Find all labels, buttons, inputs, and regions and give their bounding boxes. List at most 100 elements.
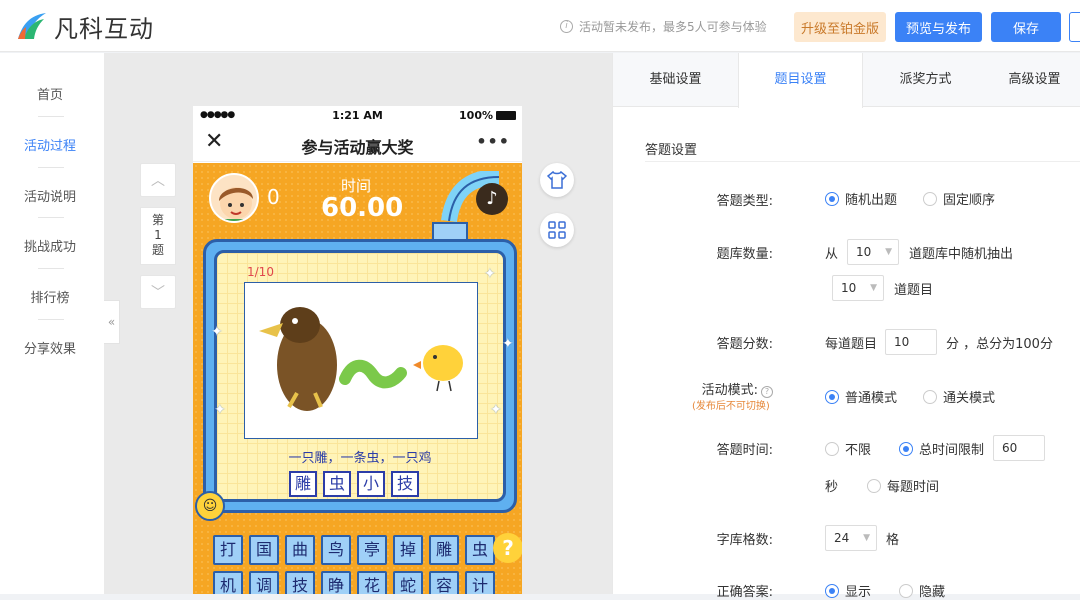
radio-label: 每题时间 [887,480,940,495]
answer-cell[interactable]: 虫 [323,471,351,497]
battery-text: 100% [459,109,493,122]
radio-dot [825,389,839,404]
more-dots-icon[interactable]: ••• [476,132,510,151]
word-key[interactable]: 掉 [393,535,423,565]
radio-hide-answer[interactable]: 隐藏 [899,581,945,600]
next-question-button[interactable]: ﹀ [140,275,176,309]
grid-unit-text: 格 [886,533,900,548]
radio-label: 不限 [845,443,872,458]
word-key[interactable]: 容 [429,571,459,594]
radio-show-answer[interactable]: 显示 [825,581,871,600]
nav-divider [38,268,64,269]
radio-random[interactable]: 随机出题 [825,189,897,208]
radio-fixed-order[interactable]: 固定顺序 [923,189,995,208]
nav-item-process[interactable]: 活动过程 [0,135,100,154]
sparkle-icon: ✦ [214,402,226,418]
score-per-question-input[interactable]: 10 [885,329,937,355]
more-button[interactable] [1069,12,1080,42]
nav-item-home[interactable]: 首页 [0,84,100,103]
word-key[interactable]: 计 [465,571,495,594]
phone-preview: ●●●●● 1:21 AM 100% ✕ 参与活动赢大奖 ••• 0 时间 60… [193,106,522,594]
nav-divider [38,217,64,218]
radio-time-per-question[interactable]: 每题时间 [867,476,939,495]
time-total-input[interactable]: 60 [993,435,1045,461]
bank-suffix-text: 道题目 [894,283,934,298]
select-value: 24 [834,531,850,545]
phone-navbar: ✕ 参与活动赢大奖 ••• [193,126,522,162]
word-key[interactable]: 花 [357,571,387,594]
word-keyboard: 打 国 曲 鸟 亭 掉 雕 虫 机 调 技 睁 花 蛇 容 计 [213,535,495,594]
radio-normal-mode[interactable]: 普通模式 [825,387,897,406]
tab-prize[interactable]: 派奖方式 [863,53,988,107]
select-value: 10 [856,245,872,259]
nav-item-description[interactable]: 活动说明 [0,186,100,205]
word-key[interactable]: 蛇 [393,571,423,594]
time-value: 60.00 [321,193,404,223]
time-label: 答题时间: [716,443,773,458]
bank-draw-select[interactable]: 10 ▼ [832,275,884,301]
nav-item-success[interactable]: 挑战成功 [0,236,100,255]
answer-cell[interactable]: 技 [391,471,419,497]
chevron-down-icon: ▼ [863,533,870,543]
word-key[interactable]: 国 [249,535,279,565]
word-key[interactable]: 调 [249,571,279,594]
tab-basic[interactable]: 基础设置 [613,53,738,107]
save-button[interactable]: 保存 [991,12,1061,42]
word-key[interactable]: 打 [213,535,243,565]
tab-questions[interactable]: 题目设置 [738,53,863,108]
prev-question-button[interactable]: ︿ [140,163,176,197]
question-hint: 一只雕，一条虫，一只鸡 [288,451,432,466]
word-key[interactable]: 技 [285,571,315,594]
mode-sublabel: (发布后不可切换) [692,401,770,412]
tab-advanced[interactable]: 高级设置 [988,53,1080,107]
question-number-label: 第 1 题 [140,207,176,265]
answer-cell[interactable]: 雕 [289,471,317,497]
word-key[interactable]: 雕 [429,535,459,565]
radio-dot [825,583,839,598]
theme-shirt-icon[interactable] [540,163,574,197]
bank-label: 题库数量: [716,247,773,262]
nav-divider [38,319,64,320]
sparkle-icon: ✦ [484,266,496,282]
nav-item-share[interactable]: 分享效果 [0,338,100,357]
word-key[interactable]: 睁 [321,571,351,594]
bank-total-select[interactable]: 10 ▼ [847,239,899,265]
grid-count-select[interactable]: 24 ▼ [825,525,877,551]
word-key[interactable]: 鸟 [321,535,351,565]
nav-item-leaderboard[interactable]: 排行榜 [0,287,100,306]
radio-time-total[interactable]: 总时间限制 [899,439,984,458]
bank-mid-text: 道题库中随机抽出 [909,247,1014,262]
radio-time-unlimited[interactable]: 不限 [825,439,871,458]
logo-text: 凡科互动 [54,14,154,43]
collapse-nav-button[interactable]: « [104,300,120,344]
radio-label: 固定顺序 [943,193,996,208]
hint-bulb-icon[interactable]: ☺ [195,491,225,521]
radio-label: 通关模式 [943,391,996,406]
phone-title: 参与活动赢大奖 [301,138,414,157]
left-nav: 首页 活动过程 活动说明 挑战成功 排行榜 分享效果 [0,53,104,594]
type-label: 答题类型: [716,194,773,209]
preview-publish-button[interactable]: 预览与发布 [895,12,982,42]
question-board-inner: 1/10 一只雕，一条虫，一只鸡 雕 虫 小 技 [214,250,506,502]
battery-icon [496,111,516,120]
sparkle-icon: ✦ [490,402,502,418]
radio-dot [825,191,839,206]
word-key[interactable]: 虫 [465,535,495,565]
chevron-down-icon: ▼ [870,283,877,293]
layout-grid-icon[interactable] [540,213,574,247]
help-icon[interactable]: ? [493,533,522,563]
word-key[interactable]: 机 [213,571,243,594]
radio-level-mode[interactable]: 通关模式 [923,387,995,406]
word-key[interactable]: 曲 [285,535,315,565]
answer-cell[interactable]: 小 [357,471,385,497]
radio-dot [899,583,913,598]
question-picture [244,282,478,439]
music-toggle-icon[interactable]: ♪ [476,183,508,215]
question-progress: 1/10 [247,265,274,279]
mode-label: 活动模式:? [653,379,773,398]
word-key[interactable]: 亭 [357,535,387,565]
upgrade-button[interactable]: 升级至铂金版 [794,12,886,42]
question-board: 1/10 一只雕，一条虫，一只鸡 雕 虫 小 技 ✦ ✦ ✦ ✦ ✦ [203,239,517,513]
notice-text: 活动暂未发布，最多5人可参与体验 [579,20,767,34]
logo[interactable]: 凡科互动 [16,10,154,43]
